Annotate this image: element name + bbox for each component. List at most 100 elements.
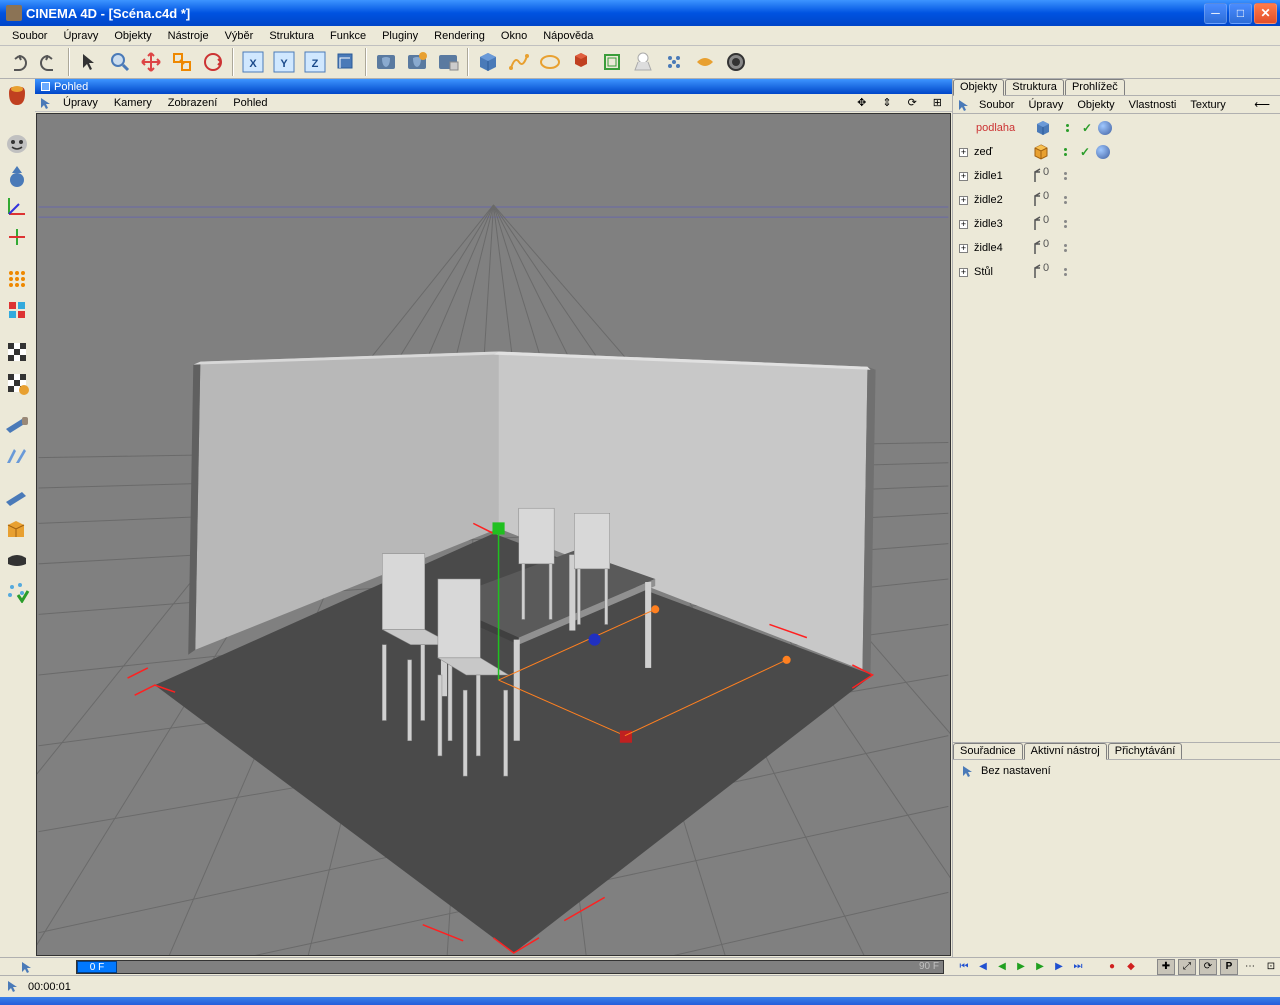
tab-aktivni-nastroj[interactable]: Aktivní nástroj — [1024, 743, 1107, 760]
visibility-dots[interactable] — [1056, 220, 1074, 228]
obj-menu-soubor[interactable]: Soubor — [973, 98, 1020, 112]
spline-button[interactable] — [505, 48, 533, 76]
scale-tool[interactable] — [168, 48, 196, 76]
move-tool[interactable] — [137, 48, 165, 76]
nurbs-button[interactable] — [536, 48, 564, 76]
texture-tool[interactable] — [2, 337, 32, 367]
menu-pluginy[interactable]: Pluginy — [374, 28, 426, 44]
expand-icon[interactable]: + — [959, 220, 968, 229]
extrude-tool[interactable] — [2, 483, 32, 513]
tree-row[interactable]: +židle30 — [955, 212, 1278, 236]
magnify-tool[interactable] — [106, 48, 134, 76]
key-param-button[interactable]: P — [1220, 959, 1238, 975]
x-axis-button[interactable]: X — [239, 48, 267, 76]
obj-menu-textury[interactable]: Textury — [1184, 98, 1231, 112]
expand-icon[interactable]: + — [959, 244, 968, 253]
menu-struktura[interactable]: Struktura — [261, 28, 322, 44]
y-axis-button[interactable]: Y — [270, 48, 298, 76]
key-selection-button[interactable]: ⊡ — [1262, 960, 1280, 974]
redo-button[interactable] — [35, 48, 63, 76]
scene-button[interactable] — [629, 48, 657, 76]
render-settings-button[interactable] — [434, 48, 462, 76]
menu-objekty[interactable]: Objekty — [106, 28, 159, 44]
vp-zoom-icon[interactable]: ⇕ — [876, 95, 897, 110]
panel-help-icon[interactable]: ⟵ — [1248, 97, 1276, 112]
expand-icon[interactable]: + — [959, 148, 968, 157]
visibility-dots[interactable] — [1056, 268, 1074, 276]
deformer-button[interactable] — [598, 48, 626, 76]
particle-button[interactable] — [660, 48, 688, 76]
menu-funkce[interactable]: Funkce — [322, 28, 374, 44]
menu-nastroje[interactable]: Nástroje — [160, 28, 217, 44]
maximize-button[interactable]: □ — [1229, 3, 1252, 24]
material-tool[interactable] — [2, 81, 32, 111]
tab-prichytavani[interactable]: Přichytávání — [1108, 743, 1183, 759]
vp-pan-icon[interactable]: ✥ — [851, 95, 872, 110]
tab-souradnice[interactable]: Souřadnice — [953, 743, 1023, 759]
axis-tool[interactable] — [2, 191, 32, 221]
undo-button[interactable] — [4, 48, 32, 76]
menu-upravy[interactable]: Úpravy — [55, 28, 106, 44]
uvw-tool[interactable] — [2, 368, 32, 398]
tree-row[interactable]: podlaha✓ — [955, 116, 1278, 140]
tab-objekty[interactable]: Objekty — [953, 79, 1004, 96]
tree-row[interactable]: +židle10 — [955, 164, 1278, 188]
goto-start-button[interactable]: ⏮ — [956, 960, 972, 974]
minimize-button[interactable]: ─ — [1204, 3, 1227, 24]
menu-okno[interactable]: Okno — [493, 28, 535, 44]
tree-row[interactable]: +židle40 — [955, 236, 1278, 260]
stop-button[interactable]: ▶ — [1032, 960, 1048, 974]
prev-frame-button[interactable]: ◀ — [975, 960, 991, 974]
edge-tool[interactable] — [2, 295, 32, 325]
primitive-button[interactable] — [474, 48, 502, 76]
key-options-button[interactable]: ⋯ — [1241, 960, 1259, 974]
tab-struktura[interactable]: Struktura — [1005, 79, 1064, 95]
check-icon[interactable]: ✓ — [1080, 145, 1090, 159]
select-tool[interactable] — [75, 48, 103, 76]
tree-row[interactable]: +Stůl0 — [955, 260, 1278, 284]
expand-icon[interactable]: + — [959, 196, 968, 205]
obj-menu-upravy[interactable]: Úpravy — [1022, 98, 1069, 112]
model-tool[interactable] — [2, 160, 32, 190]
bridge-tool[interactable] — [2, 441, 32, 471]
obj-menu-objekty[interactable]: Objekty — [1071, 98, 1120, 112]
tree-row[interactable]: +zeď✓ — [955, 140, 1278, 164]
tab-prohlizec[interactable]: Prohlížeč — [1065, 79, 1125, 95]
next-key-button[interactable]: ▶ — [1051, 960, 1067, 974]
z-axis-button[interactable]: Z — [301, 48, 329, 76]
record-button[interactable]: ● — [1104, 960, 1120, 974]
menu-rendering[interactable]: Rendering — [426, 28, 493, 44]
tag-sphere-icon[interactable] — [1098, 121, 1112, 135]
render-view-button[interactable] — [372, 48, 400, 76]
apply-tool[interactable] — [2, 576, 32, 606]
timeline-marker[interactable]: 0 F — [77, 961, 117, 973]
vp-layout-icon[interactable]: ⊞ — [927, 95, 948, 110]
render-picture-button[interactable] — [403, 48, 431, 76]
expand-icon[interactable]: + — [959, 172, 968, 181]
autokey-button[interactable]: ◆ — [1123, 960, 1139, 974]
light-button[interactable] — [691, 48, 719, 76]
close-button[interactable]: ✕ — [1254, 3, 1277, 24]
play-back-button[interactable]: ▶ — [1013, 960, 1029, 974]
array-button[interactable] — [567, 48, 595, 76]
key-rot-button[interactable]: ⟳ — [1199, 959, 1217, 975]
goto-end-button[interactable]: ⏭ — [1070, 960, 1086, 974]
obj-menu-vlastnosti[interactable]: Vlastnosti — [1123, 98, 1183, 112]
viewport-3d[interactable] — [36, 113, 951, 956]
timeline-track[interactable]: 0 F 90 F — [76, 960, 944, 974]
face-tool[interactable] — [2, 129, 32, 159]
key-pos-button[interactable]: ✚ — [1157, 959, 1175, 975]
visibility-dots[interactable] — [1056, 244, 1074, 252]
vp-menu-upravy[interactable]: Úpravy — [57, 96, 104, 110]
vp-menu-pohled[interactable]: Pohled — [227, 96, 273, 110]
knife-tool[interactable] — [2, 410, 32, 440]
tag-sphere-icon[interactable] — [1096, 145, 1110, 159]
menu-vyber[interactable]: Výběr — [217, 28, 262, 44]
vp-rotate-icon[interactable]: ⟳ — [902, 95, 923, 110]
point-tool[interactable] — [2, 264, 32, 294]
visibility-dots[interactable] — [1058, 124, 1076, 132]
menu-soubor[interactable]: Soubor — [4, 28, 55, 44]
vp-menu-kamery[interactable]: Kamery — [108, 96, 158, 110]
smooth-tool[interactable] — [2, 545, 32, 575]
visibility-dots[interactable] — [1056, 172, 1074, 180]
